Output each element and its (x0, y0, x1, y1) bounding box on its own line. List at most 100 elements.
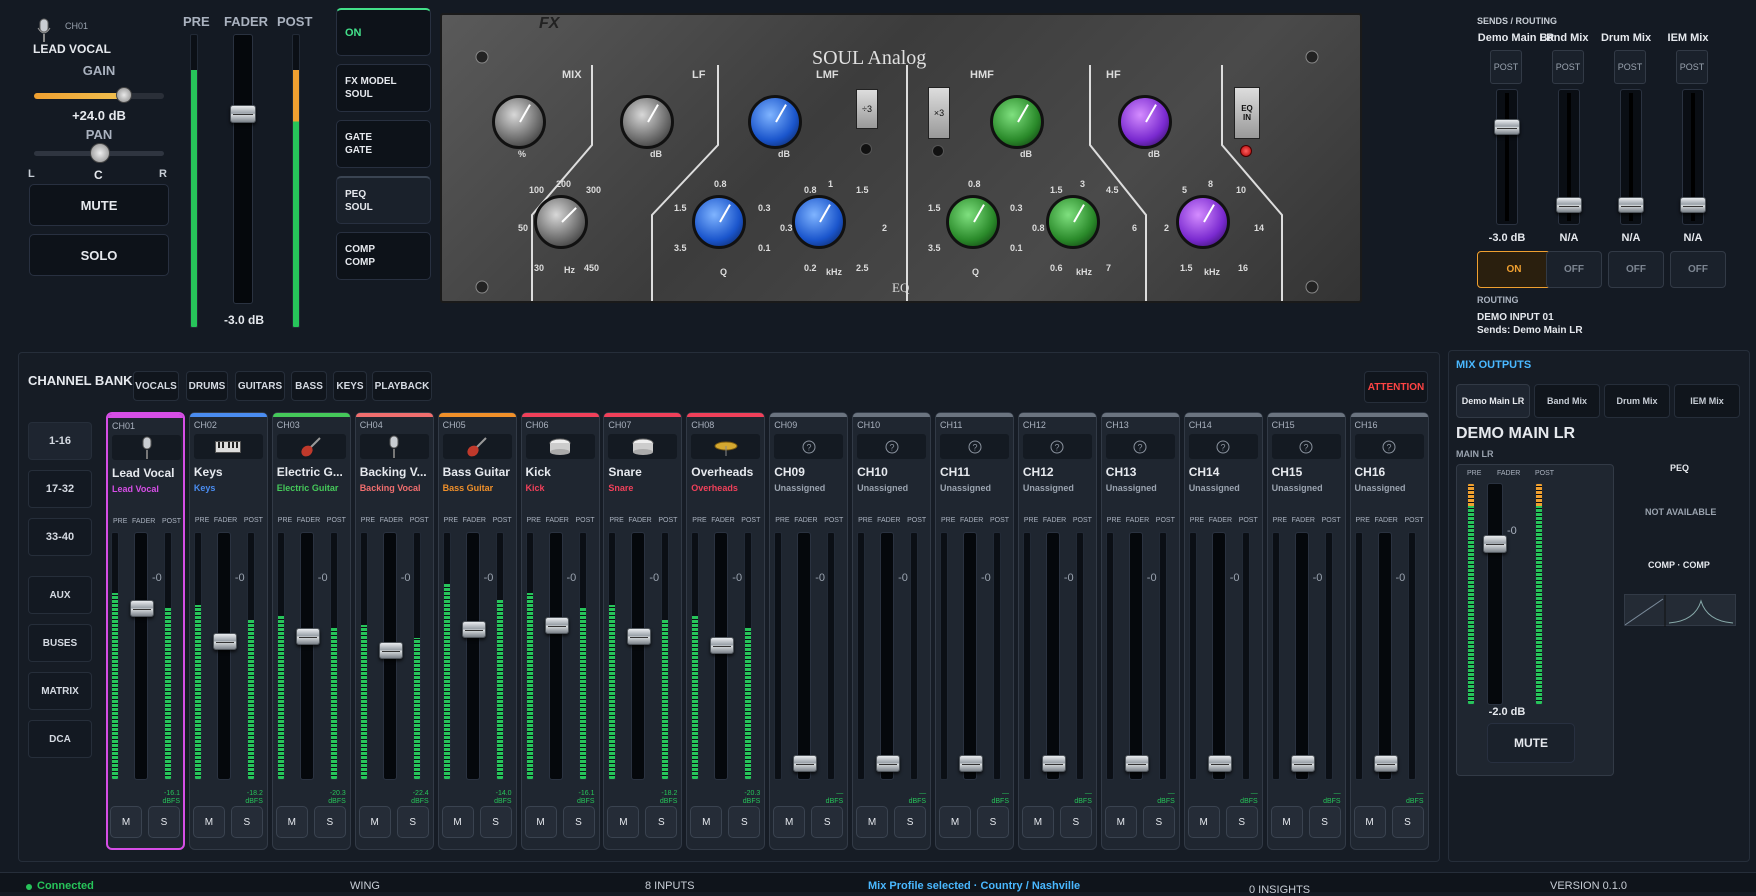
nav-matrix[interactable]: MATRIX (28, 672, 92, 710)
strip-mute-button[interactable]: M (192, 806, 225, 838)
send-2-state-button[interactable]: OFF (1608, 251, 1664, 288)
gate-button[interactable]: GATE GATE (336, 120, 431, 168)
strip-fader-cap[interactable] (1373, 754, 1398, 772)
pan-slider[interactable] (34, 143, 164, 163)
lf-gain-knob[interactable] (620, 95, 674, 149)
strip-fader-track[interactable] (216, 532, 231, 780)
mix-tab-drum[interactable]: Drum Mix (1604, 384, 1670, 418)
strip-fader-cap[interactable] (959, 754, 983, 772)
strip-solo-button[interactable]: S (977, 806, 1009, 838)
strip-fader-cap[interactable] (295, 628, 320, 645)
strip-fader-cap[interactable] (461, 621, 486, 639)
send-0-fader-cap[interactable] (1494, 119, 1520, 135)
strip-fader-track[interactable] (963, 532, 977, 780)
status-insights[interactable]: 0 INSIGHTS (1249, 884, 1310, 896)
lf-freq-knob[interactable] (534, 195, 588, 249)
strip-fader-track[interactable] (134, 532, 148, 780)
strip-fader-cap[interactable] (793, 754, 818, 772)
mix-mute-button[interactable]: MUTE (1487, 723, 1575, 763)
strip-fader-cap[interactable] (627, 628, 652, 645)
main-fader-cap[interactable] (230, 105, 256, 123)
strip-solo-button[interactable]: S (728, 806, 761, 838)
strip-mute-button[interactable]: M (358, 806, 391, 838)
mix-fader-cap[interactable] (1483, 535, 1507, 553)
lmf-q-knob[interactable] (692, 195, 746, 249)
strip-solo-button[interactable]: S (1308, 806, 1341, 838)
strip-fader-cap[interactable] (1124, 754, 1149, 772)
strip-fader-cap[interactable] (212, 632, 237, 650)
nav-1-16[interactable]: 1-16 (28, 422, 92, 460)
strip-mute-button[interactable]: M (939, 806, 971, 838)
strip-fader-track[interactable] (465, 532, 480, 780)
nav-33-40[interactable]: 33-40 (28, 518, 92, 556)
send-2-fader-cap[interactable] (1618, 197, 1644, 213)
hmf-q-knob[interactable] (946, 195, 1000, 249)
strip-mute-button[interactable]: M (441, 806, 474, 838)
mul3-switch[interactable]: ×3 (928, 87, 950, 139)
send-1-state-button[interactable]: OFF (1546, 251, 1602, 288)
strip-mute-button[interactable]: M (1270, 806, 1303, 838)
gain-slider[interactable] (34, 87, 164, 103)
strip-mute-button[interactable]: M (524, 806, 557, 838)
strip-solo-button[interactable]: S (562, 806, 595, 838)
tab-bass[interactable]: BASS (291, 371, 327, 401)
send-3-fader-cap[interactable] (1680, 197, 1706, 213)
tab-drums[interactable]: DRUMS (186, 371, 228, 401)
strip-mute-button[interactable]: M (607, 806, 640, 838)
strip-mute-button[interactable]: M (1021, 806, 1054, 838)
tab-playback[interactable]: PLAYBACK (372, 371, 432, 401)
strip-solo-button[interactable]: S (230, 806, 263, 838)
strip-fader-track[interactable] (1211, 532, 1226, 780)
hf-freq-knob[interactable] (1176, 195, 1230, 249)
strip-mute-button[interactable]: M (275, 806, 308, 838)
lmf-gain-knob[interactable] (748, 95, 802, 149)
peq-button[interactable]: PEQ SOUL (336, 176, 431, 224)
mix-tab-demo-main[interactable]: Demo Main LR (1456, 384, 1530, 418)
mute-button[interactable]: MUTE (29, 184, 169, 226)
strip-solo-button[interactable]: S (479, 806, 512, 838)
strip-fader-cap[interactable] (876, 754, 901, 772)
strip-solo-button[interactable]: S (1059, 806, 1092, 838)
strip-mute-button[interactable]: M (856, 806, 889, 838)
strip-solo-button[interactable]: S (313, 806, 346, 838)
hmf-freq-knob[interactable] (1046, 195, 1100, 249)
hf-gain-knob[interactable] (1118, 95, 1172, 149)
send-0-state-button[interactable]: ON (1477, 251, 1551, 288)
lmf-freq-knob[interactable] (792, 195, 846, 249)
strip-mute-button[interactable]: M (110, 806, 142, 838)
strip-fader-cap[interactable] (710, 637, 735, 655)
send-1-tap-button[interactable]: POST (1552, 50, 1584, 84)
gain-slider-handle[interactable] (116, 87, 132, 103)
fx-on-button[interactable]: ON (336, 8, 431, 56)
pan-slider-handle[interactable] (90, 143, 110, 163)
attention-badge[interactable]: ATTENTION (1364, 371, 1428, 403)
status-profile[interactable]: Mix Profile selected · Country / Nashvil… (868, 880, 1080, 892)
mix-knob[interactable] (492, 95, 546, 149)
strip-mute-button[interactable]: M (690, 806, 723, 838)
strip-fader-track[interactable] (797, 532, 812, 780)
mix-tab-iem[interactable]: IEM Mix (1674, 384, 1740, 418)
hmf-gain-knob[interactable] (990, 95, 1044, 149)
strip-mute-button[interactable]: M (1104, 806, 1137, 838)
strip-solo-button[interactable]: S (396, 806, 429, 838)
strip-fader-track[interactable] (631, 532, 646, 780)
strip-solo-button[interactable]: S (894, 806, 927, 838)
nav-aux[interactable]: AUX (28, 576, 92, 614)
solo-button[interactable]: SOLO (29, 234, 169, 276)
strip-fader-cap[interactable] (378, 641, 403, 659)
tab-keys[interactable]: KEYS (333, 371, 367, 401)
send-1-fader-cap[interactable] (1556, 197, 1582, 213)
send-3-state-button[interactable]: OFF (1670, 251, 1726, 288)
strip-solo-button[interactable]: S (148, 806, 180, 838)
strip-fader-track[interactable] (299, 532, 314, 780)
strip-mute-button[interactable]: M (1187, 806, 1220, 838)
tab-vocals[interactable]: VOCALS (133, 371, 179, 401)
nav-dca[interactable]: DCA (28, 720, 92, 758)
strip-fader-track[interactable] (1128, 532, 1143, 780)
fx-model-button[interactable]: FX MODEL SOUL (336, 64, 431, 112)
comp-button[interactable]: COMP COMP (336, 232, 431, 280)
strip-fader-track[interactable] (1294, 532, 1309, 780)
strip-fader-cap[interactable] (544, 616, 569, 634)
strip-fader-cap[interactable] (1041, 754, 1066, 772)
send-0-tap-button[interactable]: POST (1490, 50, 1522, 84)
